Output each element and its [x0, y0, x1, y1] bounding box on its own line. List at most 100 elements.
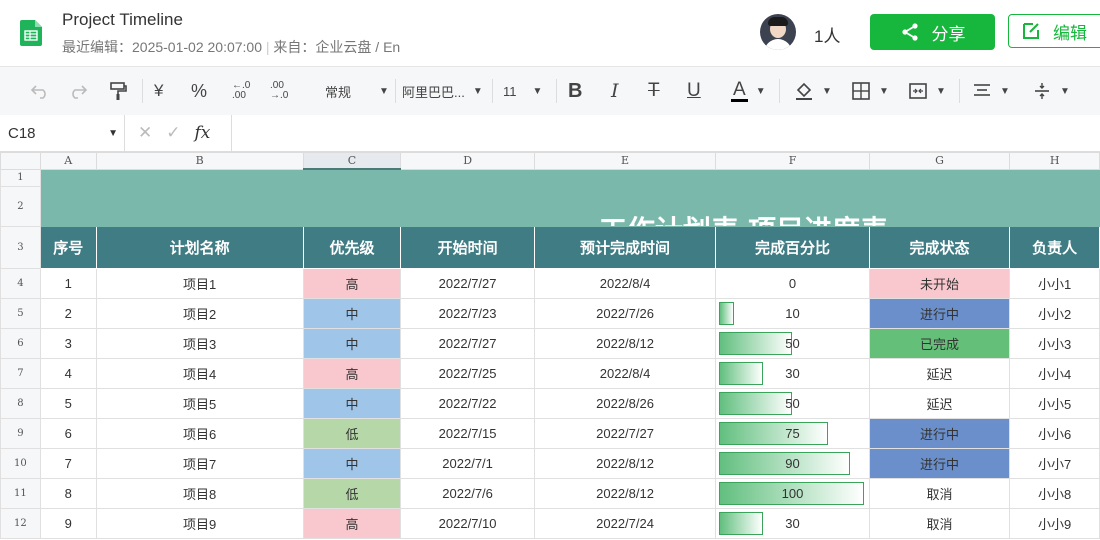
start-date-cell[interactable]: 2022/7/27: [400, 327, 535, 359]
confirm-icon[interactable]: ✓: [166, 123, 180, 143]
column-header[interactable]: A: [39, 152, 97, 170]
underline-button[interactable]: U: [687, 67, 701, 115]
column-header[interactable]: F: [715, 152, 870, 170]
end-date-cell[interactable]: 2022/8/12: [533, 327, 717, 359]
row-header[interactable]: 10: [0, 447, 41, 479]
horizontal-align-button[interactable]: ▼: [972, 67, 1010, 115]
borders-button[interactable]: ▼: [851, 67, 889, 115]
end-date-cell[interactable]: 2022/8/4: [533, 267, 717, 299]
owner-cell[interactable]: 小小1: [1009, 267, 1100, 299]
plan-name-cell[interactable]: 项目9: [95, 507, 304, 539]
owner-cell[interactable]: 小小9: [1009, 507, 1100, 539]
redo-icon[interactable]: [68, 67, 88, 115]
row-header[interactable]: 1: [0, 168, 41, 187]
start-date-cell[interactable]: 2022/7/23: [400, 297, 535, 329]
percent-complete-cell[interactable]: 90: [715, 447, 870, 479]
plan-name-cell[interactable]: 项目8: [95, 477, 304, 509]
owner-cell[interactable]: 小小2: [1009, 297, 1100, 329]
priority-cell[interactable]: 中: [302, 327, 402, 359]
percent-complete-cell[interactable]: 50: [715, 327, 870, 359]
column-header[interactable]: G: [868, 152, 1011, 170]
font-size-select[interactable]: 11 ▼: [503, 67, 542, 115]
plan-name-cell[interactable]: 项目5: [95, 387, 304, 419]
end-date-cell[interactable]: 2022/7/24: [533, 507, 717, 539]
plan-name-cell[interactable]: 项目3: [95, 327, 304, 359]
plan-name-cell[interactable]: 项目4: [95, 357, 304, 389]
header-cell[interactable]: 计划名称: [95, 225, 304, 269]
owner-cell[interactable]: 小小5: [1009, 387, 1100, 419]
end-date-cell[interactable]: 2022/8/12: [533, 447, 717, 479]
index-cell[interactable]: 2: [39, 297, 97, 329]
font-family-select[interactable]: 阿里巴巴... ▼: [402, 67, 483, 115]
undo-icon[interactable]: [30, 67, 50, 115]
priority-cell[interactable]: 低: [302, 417, 402, 449]
priority-cell[interactable]: 低: [302, 477, 402, 509]
avatar[interactable]: [760, 14, 796, 50]
end-date-cell[interactable]: 2022/8/4: [533, 357, 717, 389]
priority-cell[interactable]: 高: [302, 357, 402, 389]
column-header[interactable]: B: [95, 152, 304, 170]
index-cell[interactable]: 4: [39, 357, 97, 389]
decrease-decimal-button[interactable]: .00 →.0: [270, 67, 290, 115]
row-header[interactable]: 2: [0, 185, 41, 227]
owner-cell[interactable]: 小小4: [1009, 357, 1100, 389]
end-date-cell[interactable]: 2022/8/26: [533, 387, 717, 419]
percent-complete-cell[interactable]: 50: [715, 387, 870, 419]
share-button[interactable]: 分享: [870, 14, 995, 50]
row-header[interactable]: 3: [0, 225, 41, 269]
percent-complete-cell[interactable]: 100: [715, 477, 870, 509]
start-date-cell[interactable]: 2022/7/27: [400, 267, 535, 299]
header-cell[interactable]: 开始时间: [400, 225, 535, 269]
plan-name-cell[interactable]: 项目6: [95, 417, 304, 449]
italic-button[interactable]: I: [611, 67, 619, 115]
start-date-cell[interactable]: 2022/7/6: [400, 477, 535, 509]
format-painter-icon[interactable]: [108, 67, 128, 115]
end-date-cell[interactable]: 2022/7/27: [533, 417, 717, 449]
start-date-cell[interactable]: 2022/7/1: [400, 447, 535, 479]
status-cell[interactable]: 进行中: [868, 417, 1011, 449]
index-cell[interactable]: 5: [39, 387, 97, 419]
document-title[interactable]: Project Timeline: [62, 10, 183, 30]
row-header[interactable]: 12: [0, 507, 41, 539]
start-date-cell[interactable]: 2022/7/15: [400, 417, 535, 449]
row-header[interactable]: 6: [0, 327, 41, 359]
owner-cell[interactable]: 小小6: [1009, 417, 1100, 449]
row-header[interactable]: 5: [0, 297, 41, 329]
header-cell[interactable]: 完成百分比: [715, 225, 870, 269]
priority-cell[interactable]: 高: [302, 267, 402, 299]
index-cell[interactable]: 7: [39, 447, 97, 479]
owner-cell[interactable]: 小小3: [1009, 327, 1100, 359]
cancel-icon[interactable]: ✕: [138, 123, 152, 143]
priority-cell[interactable]: 高: [302, 507, 402, 539]
row-header[interactable]: 7: [0, 357, 41, 389]
owner-cell[interactable]: 小小7: [1009, 447, 1100, 479]
source-text[interactable]: 来自：企业云盘 / En: [273, 39, 400, 55]
index-cell[interactable]: 3: [39, 327, 97, 359]
cell-reference-box[interactable]: C18 ▼: [0, 115, 125, 151]
header-cell[interactable]: 预计完成时间: [533, 225, 717, 269]
index-cell[interactable]: 6: [39, 417, 97, 449]
row-header[interactable]: 4: [0, 267, 41, 299]
status-cell[interactable]: 未开始: [868, 267, 1011, 299]
percent-complete-cell[interactable]: 30: [715, 507, 870, 539]
status-cell[interactable]: 延迟: [868, 387, 1011, 419]
font-color-button[interactable]: A ▼: [731, 67, 766, 115]
column-header[interactable]: E: [533, 152, 717, 170]
vertical-align-button[interactable]: ▼: [1032, 67, 1070, 115]
plan-name-cell[interactable]: 项目1: [95, 267, 304, 299]
status-cell[interactable]: 取消: [868, 477, 1011, 509]
start-date-cell[interactable]: 2022/7/10: [400, 507, 535, 539]
merge-cells-button[interactable]: ▼: [908, 67, 946, 115]
header-cell[interactable]: 序号: [39, 225, 97, 269]
row-header[interactable]: 8: [0, 387, 41, 419]
spreadsheet-grid[interactable]: A B C D E F G H 1 2 工作计划表-项目进度表 3 序号 计划名…: [0, 152, 1100, 540]
strikethrough-button[interactable]: T: [648, 67, 660, 115]
plan-name-cell[interactable]: 项目2: [95, 297, 304, 329]
select-all-corner[interactable]: [0, 152, 41, 170]
title-band-top[interactable]: [39, 168, 1100, 187]
fx-icon[interactable]: fx: [195, 123, 211, 143]
status-cell[interactable]: 进行中: [868, 447, 1011, 479]
header-cell[interactable]: 完成状态: [868, 225, 1011, 269]
increase-decimal-button[interactable]: ←.0 .00: [232, 67, 252, 115]
sheet-title-cell[interactable]: 工作计划表-项目进度表: [39, 185, 1100, 227]
